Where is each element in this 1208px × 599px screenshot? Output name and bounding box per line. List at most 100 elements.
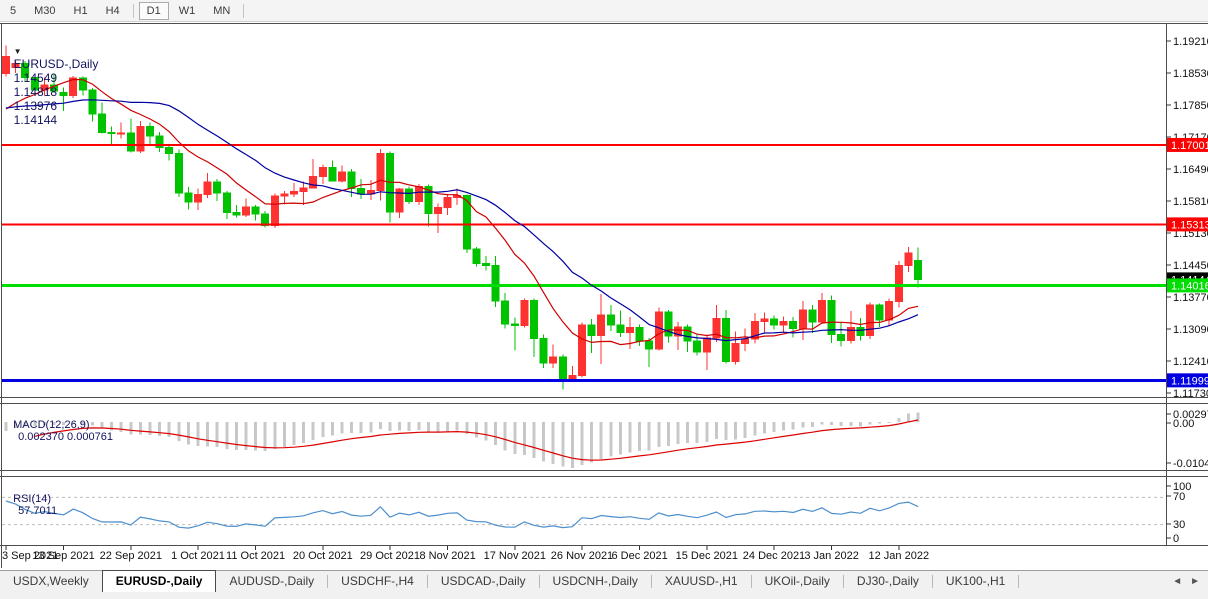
candle [243,207,250,215]
timeframe-button-5[interactable]: 5 [2,2,24,20]
candle [185,193,192,202]
rsi-axis-label: 70 [1173,491,1185,503]
chart-window[interactable]: 1.192101.185301.178501.171701.164901.158… [0,0,1208,599]
price-tag-115313-text: 1.15313 [1171,219,1208,231]
price-axis-label: 1.16490 [1173,164,1208,176]
candle [703,338,710,352]
time-axis-label: 6 Dec 2021 [611,550,667,562]
candle [579,325,586,375]
candle [799,310,806,328]
price-axis-label: 1.11730 [1173,388,1208,400]
candle [252,207,259,214]
window-bottom-strip [0,592,1208,599]
tab-scroll-right-button[interactable]: ► [1190,576,1200,587]
timeframe-button-d1[interactable]: D1 [139,2,169,20]
tab-separator [1018,575,1019,588]
rsi-axis[interactable]: 10070300 [1166,481,1191,545]
trading-terminal: { "toolbar": { "items": ["5","M30","H1",… [0,0,1208,599]
symbol-period-label: EURUSD-,Daily [14,57,99,71]
price-axis-label: 1.13090 [1173,324,1208,336]
candle [550,357,557,363]
candle [857,328,864,336]
candle [204,182,211,194]
candle [790,321,797,328]
time-axis-label: 24 Dec 2021 [743,550,805,562]
timeframe-button-w1[interactable]: W1 [171,2,204,20]
candle [137,127,144,151]
candle [415,186,422,201]
last-bar-open: 1.14549 [14,71,57,85]
candle [915,260,922,279]
tab-audusd-daily[interactable]: AUDUSD-,Daily [216,571,327,592]
price-axis-label: 1.12410 [1173,356,1208,368]
candle [271,196,278,226]
time-axis-label: 15 Dec 2021 [676,550,738,562]
tab-usdx-weekly[interactable]: USDX,Weekly [0,571,102,592]
panel-borders [0,24,1208,569]
candle [809,310,816,322]
candle [406,189,413,201]
candle [175,153,182,193]
rsi-axis-label: 0 [1173,533,1179,545]
timeframe-button-mn[interactable]: MN [205,2,238,20]
chart-title: ▼ EURUSD-,Daily 1.14549 1.14818 1.13976 … [7,29,105,127]
tab-uk100-h1[interactable]: UK100-,H1 [933,571,1018,592]
candle [483,264,490,266]
tab-usdcnh-daily[interactable]: USDCNH-,Daily [540,571,651,592]
macd-histogram [5,412,920,468]
tab-scroll-left-button[interactable]: ◄ [1172,576,1182,587]
time-axis-label: 20 Oct 2021 [293,550,353,562]
price-tag-111999-text: 1.11999 [1171,375,1208,387]
tab-eurusd-daily[interactable]: EURUSD-,Daily [102,570,217,592]
candle [617,325,624,333]
candle [780,321,787,324]
candle [886,302,893,320]
rsi-level-lines [2,497,1166,524]
tab-dj30-daily[interactable]: DJ30-,Daily [844,571,932,592]
candle [214,182,221,193]
timeframe-button-m30[interactable]: M30 [26,2,63,20]
price-axis-label: 1.17850 [1173,100,1208,112]
candle [319,168,326,177]
candle [732,344,739,362]
time-axis-label: 11 Oct 2021 [226,550,285,562]
candle [223,193,230,212]
tab-usdcad-daily[interactable]: USDCAD-,Daily [428,571,539,592]
candle [684,327,691,341]
candle [761,319,768,321]
time-axis-label: 26 Nov 2021 [551,550,613,562]
candle [492,265,499,301]
candle [607,315,614,325]
candle [627,328,634,333]
candle [636,328,643,341]
candle [166,147,173,153]
timeframe-button-h4[interactable]: H4 [98,2,128,20]
time-axis-label: 17 Nov 2021 [484,550,546,562]
tab-xauusd-h1[interactable]: XAUUSD-,H1 [652,571,751,592]
candle [694,341,701,352]
toolbar-separator [133,4,134,18]
tab-usdchf-h4[interactable]: USDCHF-,H4 [328,571,427,592]
rsi-indicator-label: RSI(14) 57.7011 [7,481,57,517]
candle [588,325,595,335]
candle [511,324,518,326]
macd-axis[interactable]: 0.0029790.00-0.010422 [1166,409,1208,470]
candle [473,249,480,264]
timeframe-button-h1[interactable]: H1 [66,2,96,20]
candle [358,188,365,194]
candle [435,208,442,214]
time-axis[interactable]: 3 Sep 202113 Sep 202122 Sep 20211 Oct 20… [2,546,929,562]
time-axis-label: 13 Sep 2021 [32,550,94,562]
candle [655,312,662,349]
symbol-dropdown-icon[interactable]: ▼ [14,47,22,56]
candle [521,300,528,325]
macd-axis-label: -0.010422 [1173,458,1208,470]
tab-ukoil-daily[interactable]: UKOil-,Daily [752,571,843,592]
candle [847,328,854,341]
candle [646,341,653,349]
candle [598,315,605,336]
candle [233,212,240,215]
time-axis-label: 1 Oct 2021 [171,550,225,562]
candle [195,194,202,202]
candlestick-series [3,46,922,390]
